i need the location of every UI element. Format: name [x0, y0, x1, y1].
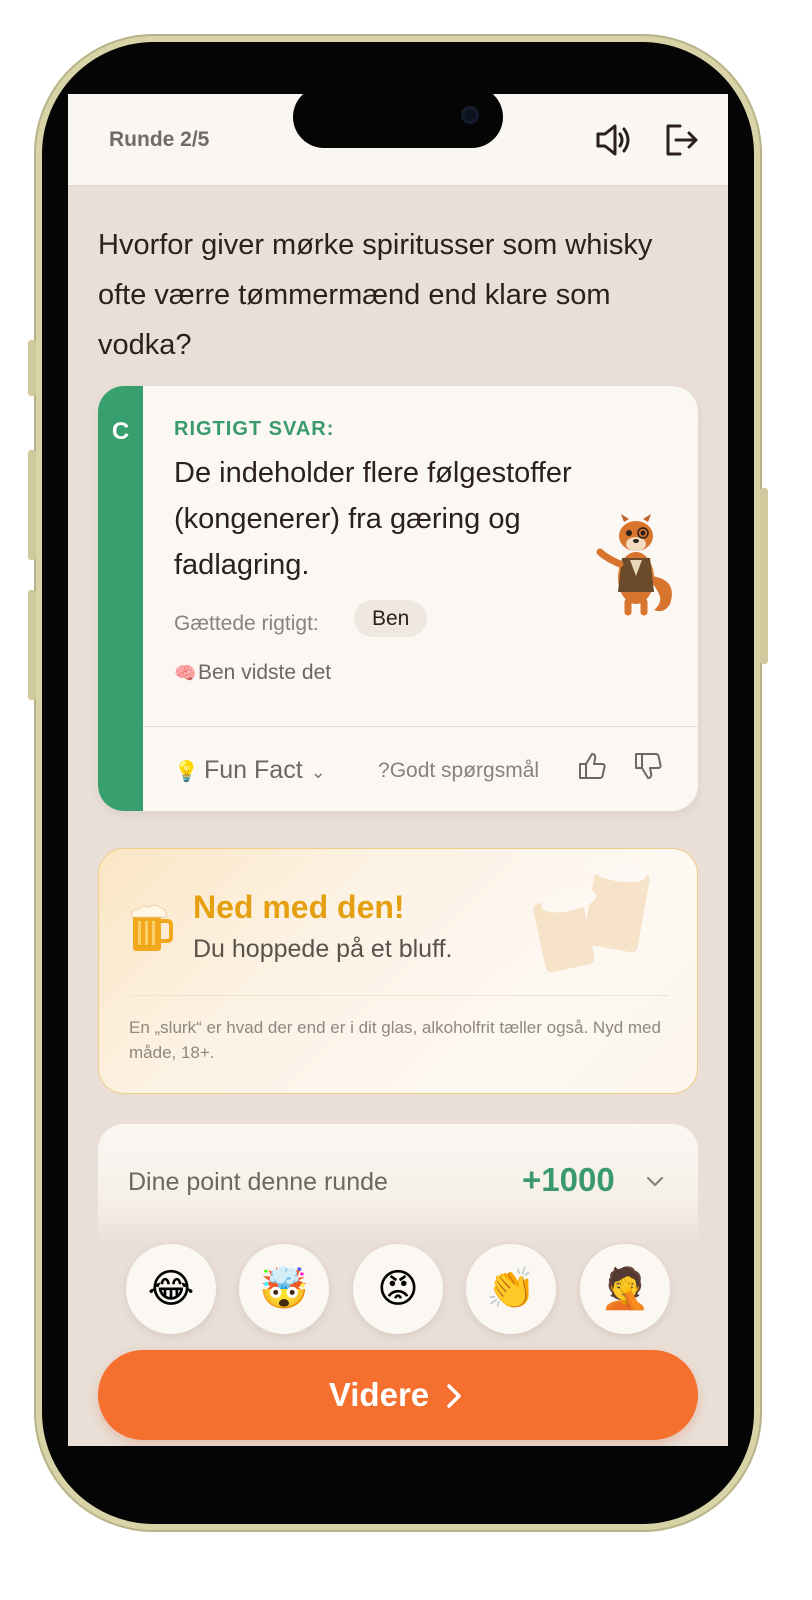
- exit-icon[interactable]: [662, 122, 702, 158]
- knew-it-text: Ben vidste det: [198, 661, 332, 684]
- dynamic-island: [293, 94, 503, 148]
- guessed-correctly-label: Gættede rigtigt:: [174, 612, 319, 635]
- next-button[interactable]: Videre: [98, 1350, 698, 1440]
- camera-icon: [461, 106, 479, 124]
- points-label: Dine point denne runde: [128, 1168, 388, 1196]
- correct-answer-text: De indeholder flere følgestoffer (kongen…: [174, 457, 572, 581]
- phone-volume-down-button: [28, 590, 36, 700]
- phone-power-button: [760, 488, 768, 664]
- app-screen: Runde 2/5 Hvorfor giver mørke spiritusse…: [68, 94, 728, 1474]
- answer-stripe: [98, 386, 143, 811]
- question-text: Hvorfor giver mørke spiritusser som whis…: [98, 229, 653, 361]
- thumbs-up-icon[interactable]: [576, 750, 608, 782]
- weasel-mascot-icon: [596, 514, 672, 616]
- speaker-icon[interactable]: [594, 122, 634, 158]
- phone-volume-up-button: [28, 450, 36, 560]
- reaction-facepalm-button[interactable]: 🤦: [580, 1244, 670, 1334]
- chevron-down-icon: [646, 1176, 664, 1187]
- player-chip: Ben: [354, 600, 428, 637]
- reaction-clapping-button[interactable]: 👏: [466, 1244, 556, 1334]
- brain-icon: 🧠: [174, 663, 197, 683]
- fun-fact-toggle[interactable]: 💡 Fun Fact ⌄: [174, 756, 326, 785]
- reaction-laughing-button[interactable]: 😂: [126, 1244, 216, 1334]
- top-bar: Runde 2/5: [68, 94, 728, 186]
- answer-letter: C: [111, 418, 130, 445]
- points-card[interactable]: Dine point denne runde +1000: [98, 1124, 698, 1244]
- good-question-label: Godt spørgsmål?: [378, 759, 540, 782]
- points-value: +1000: [522, 1161, 615, 1198]
- drink-title: Ned med den!: [193, 889, 405, 925]
- lightbulb-icon: 💡: [174, 761, 199, 783]
- next-button-label: Videre: [328, 1376, 430, 1413]
- drink-subtitle: Du hoppede på et bluff.: [193, 935, 453, 963]
- thumbs-down-icon[interactable]: [632, 750, 664, 782]
- answer-card: C RIGTIGT SVAR: De indeholder flere følg…: [98, 386, 698, 811]
- knew-it-line: 🧠Ben vidste det: [174, 661, 331, 685]
- card-divider: [143, 726, 698, 727]
- drink-penalty-card: Ned med den! Du hoppede på et bluff. En …: [98, 848, 698, 1094]
- reaction-angry-button[interactable]: 😡: [353, 1244, 443, 1334]
- drink-divider: [129, 995, 669, 996]
- chevron-right-icon: [447, 1384, 461, 1408]
- fun-fact-label: Fun Fact: [204, 756, 303, 784]
- reaction-mind-blown-button[interactable]: 🤯: [239, 1244, 329, 1334]
- correct-answer-label: RIGTIGT SVAR:: [174, 418, 335, 440]
- reaction-bar: 😂 🤯 😡 👏 🤦: [126, 1244, 672, 1336]
- beer-mug-icon: [130, 904, 173, 951]
- bottom-bezel: [68, 1446, 728, 1474]
- round-label: Runde 2/5: [109, 128, 210, 151]
- phone-side-button: [28, 340, 36, 396]
- drink-disclaimer: En „slurk“ er hvad der end er i dit glas…: [129, 1018, 661, 1062]
- chevron-down-icon: ⌄: [310, 762, 326, 782]
- beer-mugs-decoration-icon: [533, 859, 650, 973]
